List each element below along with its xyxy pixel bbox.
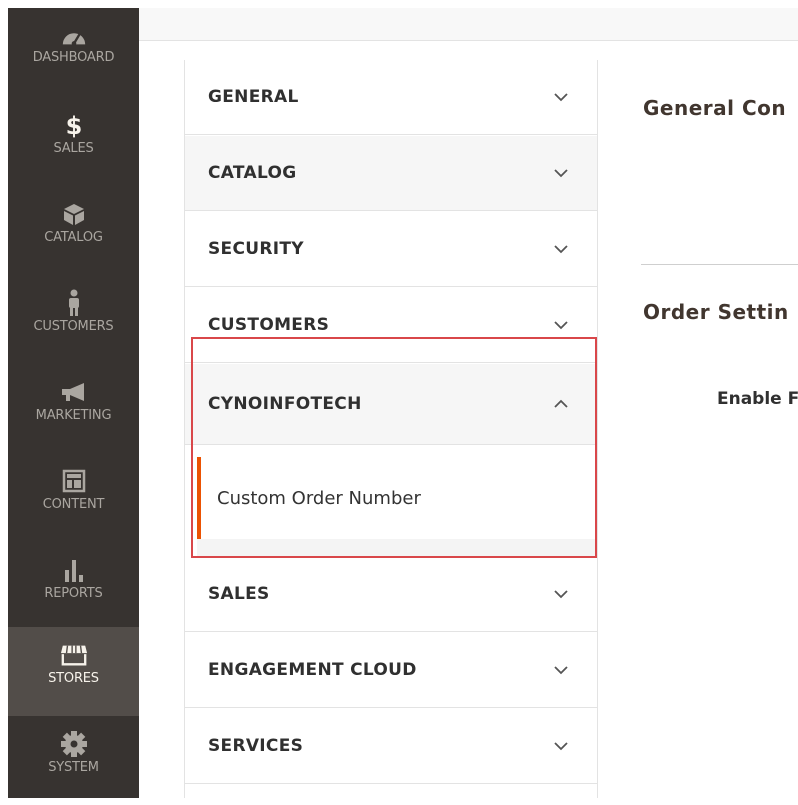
tab-catalog[interactable]: CATALOG [185,136,597,211]
svg-text:$: $ [65,112,82,138]
store-icon [60,641,88,669]
nav-label-catalog: CATALOG [44,230,103,245]
chevron-down-icon [553,589,569,599]
tab-label: GENERAL [208,87,299,107]
nav-label-sales: SALES [53,141,94,156]
nav-label-stores: STORES [48,671,99,686]
nav-item-content[interactable]: CONTENT [8,453,139,542]
nav-label-marketing: MARKETING [35,408,112,423]
chevron-down-icon [553,665,569,675]
section-title-general[interactable]: General Con [643,96,786,120]
nav-item-dashboard[interactable]: DASHBOARD [8,8,139,97]
tab-security[interactable]: SECURITY [185,212,597,287]
nav-label-customers: CUSTOMERS [33,319,114,334]
nav-label-system: SYSTEM [48,760,99,775]
nav-item-catalog[interactable]: CATALOG [8,186,139,275]
dollar-icon: $ [60,111,88,139]
chevron-down-icon [553,741,569,751]
admin-sidebar: DASHBOARD $ SALES CATALOG CUSTOMERS MARK… [8,8,139,798]
section-title-order-settings[interactable]: Order Settin [643,300,789,324]
megaphone-icon [60,378,88,406]
gear-icon [60,730,88,758]
tab-label: CUSTOMERS [208,315,330,335]
nav-item-customers[interactable]: CUSTOMERS [8,275,139,364]
box-icon [60,200,88,228]
nav-item-system[interactable]: SYSTEM [8,716,139,805]
config-content: General Con Order Settin Enable F [641,0,798,798]
tab-label: SALES [208,584,270,604]
nav-label-dashboard: DASHBOARD [32,50,115,65]
tab-label: SERVICES [208,736,304,756]
chevron-down-icon [553,92,569,102]
chevron-down-icon [553,320,569,330]
nav-label-content: CONTENT [42,497,105,512]
divider [641,264,798,265]
nav-item-marketing[interactable]: MARKETING [8,364,139,453]
nav-item-stores[interactable]: STORES [8,627,139,716]
nav-item-reports[interactable]: REPORTS [8,542,139,631]
tab-services[interactable]: SERVICES [185,709,597,784]
tab-customers[interactable]: CUSTOMERS [185,288,597,363]
nav-item-sales[interactable]: $ SALES [8,97,139,186]
dashboard-icon [60,22,88,50]
tab-label: SECURITY [208,239,304,259]
subitem-footer [197,539,597,557]
tab-cynoinfotech[interactable]: CYNOINFOTECH [185,364,597,445]
tab-label: ENGAGEMENT CLOUD [208,660,417,680]
chevron-down-icon [553,168,569,178]
field-label-enable: Enable F [717,389,798,409]
subitem-custom-order-number[interactable]: Custom Order Number [197,457,597,539]
chevron-down-icon [553,244,569,254]
nav-label-reports: REPORTS [44,586,103,601]
tab-engagement-cloud[interactable]: ENGAGEMENT CLOUD [185,633,597,708]
tab-sales[interactable]: SALES [185,557,597,632]
chevron-up-icon [553,399,569,409]
layout-icon [60,467,88,495]
tab-general[interactable]: GENERAL [185,60,597,135]
config-tabs: GENERAL CATALOG SECURITY CUSTOMERS CYNOI… [184,60,598,798]
bar-chart-icon [60,556,88,584]
person-icon [60,289,88,317]
tab-label: CYNOINFOTECH [208,394,362,414]
subitem-label: Custom Order Number [217,487,421,509]
tab-label: CATALOG [208,163,297,183]
